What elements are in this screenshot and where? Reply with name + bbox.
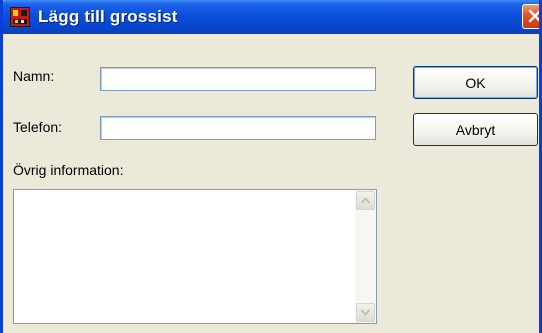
vertical-scrollbar[interactable]	[355, 190, 376, 323]
scroll-down-arrow-icon	[361, 309, 370, 316]
close-icon	[528, 9, 539, 23]
info-textarea[interactable]	[13, 189, 377, 324]
name-field[interactable]	[100, 67, 376, 91]
info-label: Övrig information:	[13, 162, 124, 178]
scroll-up-arrow-icon	[361, 197, 370, 204]
scroll-up-button[interactable]	[356, 191, 375, 210]
phone-label: Telefon:	[13, 119, 63, 135]
cancel-button[interactable]: Avbryt	[413, 113, 538, 146]
name-label: Namn:	[13, 68, 55, 84]
dialog-window: Lägg till grossist Namn: Telefon: Övrig …	[0, 0, 542, 333]
ok-button[interactable]: OK	[413, 66, 538, 99]
scroll-down-button[interactable]	[356, 303, 375, 322]
title-bar[interactable]: Lägg till grossist	[3, 0, 539, 34]
app-icon	[10, 7, 30, 27]
window-title: Lägg till grossist	[38, 7, 178, 26]
cancel-button-label: Avbryt	[455, 121, 496, 138]
close-button[interactable]	[522, 4, 539, 29]
phone-field[interactable]	[100, 116, 376, 140]
ok-button-label: OK	[465, 74, 486, 91]
